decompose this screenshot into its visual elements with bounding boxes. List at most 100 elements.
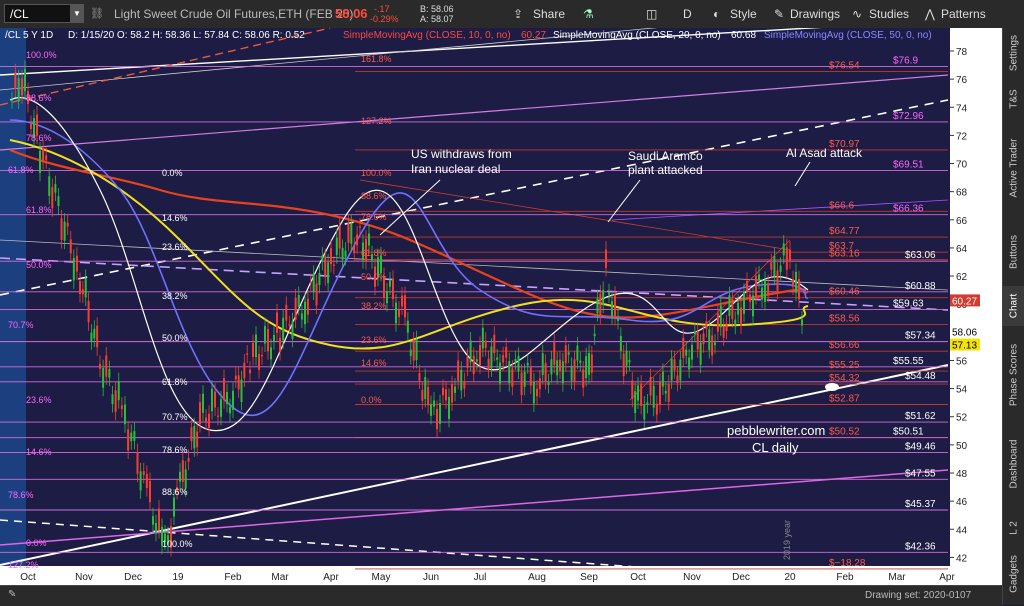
price-candle (596, 298, 599, 314)
price-candle (220, 399, 222, 417)
price-candle (798, 279, 800, 300)
fib-label: 14.6% (162, 213, 188, 223)
sidebar-tab-active-trader[interactable]: Active Trader (1003, 118, 1024, 218)
price-candle (460, 369, 463, 391)
price-chart[interactable]: $76.9$76.54$72.96$70.97$69.51$66.6 $66.36… (0, 28, 1002, 585)
sidebar-tab-t-s[interactable]: T&S (1003, 84, 1024, 114)
price-candle (24, 68, 26, 92)
studies-icon[interactable]: ∿ (852, 0, 862, 28)
style-button[interactable]: Style (730, 0, 757, 28)
y-axis-label: 78 (956, 47, 968, 58)
price-candle (755, 275, 757, 297)
drawing-set-pencil-icon[interactable]: ✎ (8, 589, 16, 600)
price-candle (368, 233, 370, 246)
price-level-label: $42.36 (905, 541, 936, 552)
price-candle (214, 391, 216, 408)
price-candle (538, 378, 541, 390)
price-candle (75, 255, 78, 272)
instrument-description: Light Sweet Crude Oil Futures,ETH (FEB 2… (114, 7, 354, 21)
flask-icon[interactable]: ⚗ (583, 0, 594, 28)
price-candle (499, 362, 501, 384)
price-candle (652, 385, 655, 408)
price-candle (536, 388, 538, 397)
price-candle (634, 391, 637, 414)
price-candle (30, 123, 32, 129)
price-candle (356, 234, 359, 246)
share-button[interactable]: Share (533, 0, 565, 28)
period-selector[interactable]: D (683, 0, 692, 28)
price-candle (81, 289, 84, 295)
price-candle (746, 280, 748, 292)
sidebar-tab-settings[interactable]: Settings (1003, 28, 1024, 78)
price-candle (223, 378, 225, 401)
patterns-icon[interactable]: ⋀ (925, 0, 935, 28)
sidebar-tab-gadgets[interactable]: Gadgets (1003, 552, 1024, 596)
price-candle (544, 362, 547, 382)
fib-label: 78.6% (162, 445, 188, 455)
drawings-button[interactable]: Drawings (790, 0, 840, 28)
fib-label: 61.8% (162, 377, 188, 387)
price-candle (152, 516, 154, 525)
patterns-button[interactable]: Patterns (941, 0, 986, 28)
price-candle (14, 72, 17, 90)
link-icon[interactable]: ⛓ (90, 0, 104, 28)
price-candle (347, 222, 350, 243)
studies-button[interactable]: Studies (869, 0, 909, 28)
y-axis-label: 66 (956, 216, 968, 227)
x-axis-label: 19 (172, 572, 184, 583)
price-candle (332, 264, 335, 266)
price-candle (716, 313, 719, 332)
price-candle (661, 371, 664, 387)
drawings-icon[interactable]: ✎ (774, 0, 784, 28)
x-axis-label: Feb (836, 572, 854, 583)
y-axis-label: 68 (956, 188, 968, 199)
price-candle (673, 359, 676, 371)
symbol-dropdown-button[interactable]: ▼ (70, 5, 84, 22)
price-candle (526, 362, 529, 366)
mouse-icon[interactable]: ◫ (646, 0, 657, 28)
sidebar-tab-buttons[interactable]: Buttons (1003, 222, 1024, 282)
sma20-legend: SimpleMovingAvg (CLOSE, 20, 0, no) (553, 30, 721, 41)
fib-label: 100.0% (26, 50, 57, 60)
price-candle (232, 390, 234, 410)
price-candle (327, 262, 330, 284)
fib-label: 88.6% (162, 487, 188, 497)
share-icon[interactable]: ⇪ (513, 0, 523, 28)
sidebar-tab-label: Gadgets (1008, 555, 1020, 593)
price-candle (451, 384, 453, 403)
year-marker: 2019 year (782, 520, 792, 560)
price-candle (249, 369, 251, 374)
price-candle (17, 78, 20, 101)
price-level-label: $47.55 (905, 468, 936, 479)
price-level-label: $45.37 (905, 499, 936, 510)
price-candle (475, 359, 478, 362)
price-level-label: $49.46 (905, 441, 936, 452)
sidebar-tab-label: Buttons (1008, 235, 1020, 269)
price-candle (341, 247, 344, 260)
y-axis-label: 46 (956, 497, 968, 508)
price-candle (142, 471, 145, 475)
fib-label: 23.6% (162, 242, 188, 252)
price-candle (582, 369, 585, 388)
watermark-site: pebblewriter.com (727, 423, 825, 438)
price-candle (602, 289, 605, 305)
fib-label: 50.0% (361, 272, 387, 282)
price-candle (779, 265, 782, 272)
sidebar-tab-label: Active Trader (1008, 138, 1020, 198)
style-icon[interactable]: ◐ (713, 0, 720, 28)
price-candle (155, 523, 157, 533)
price-candle (792, 279, 794, 287)
price-candle (737, 302, 740, 315)
price-candle (255, 334, 257, 358)
price-candle (246, 353, 249, 355)
drawing-set-label[interactable]: Drawing set: 2020-0107 (865, 590, 971, 601)
price-candle (297, 295, 300, 307)
price-candle (234, 375, 237, 380)
sidebar-tab-l-2[interactable]: L 2 (1003, 508, 1024, 548)
price-level-label: $58.56 (829, 313, 860, 324)
price-candle (801, 319, 803, 326)
sidebar-tab-phase-scores[interactable]: Phase Scores (1003, 330, 1024, 420)
price-candle (676, 375, 679, 383)
sidebar-tab-chart[interactable]: Chart (1003, 286, 1024, 326)
sidebar-tab-dashboard[interactable]: Dashboard (1003, 424, 1024, 504)
